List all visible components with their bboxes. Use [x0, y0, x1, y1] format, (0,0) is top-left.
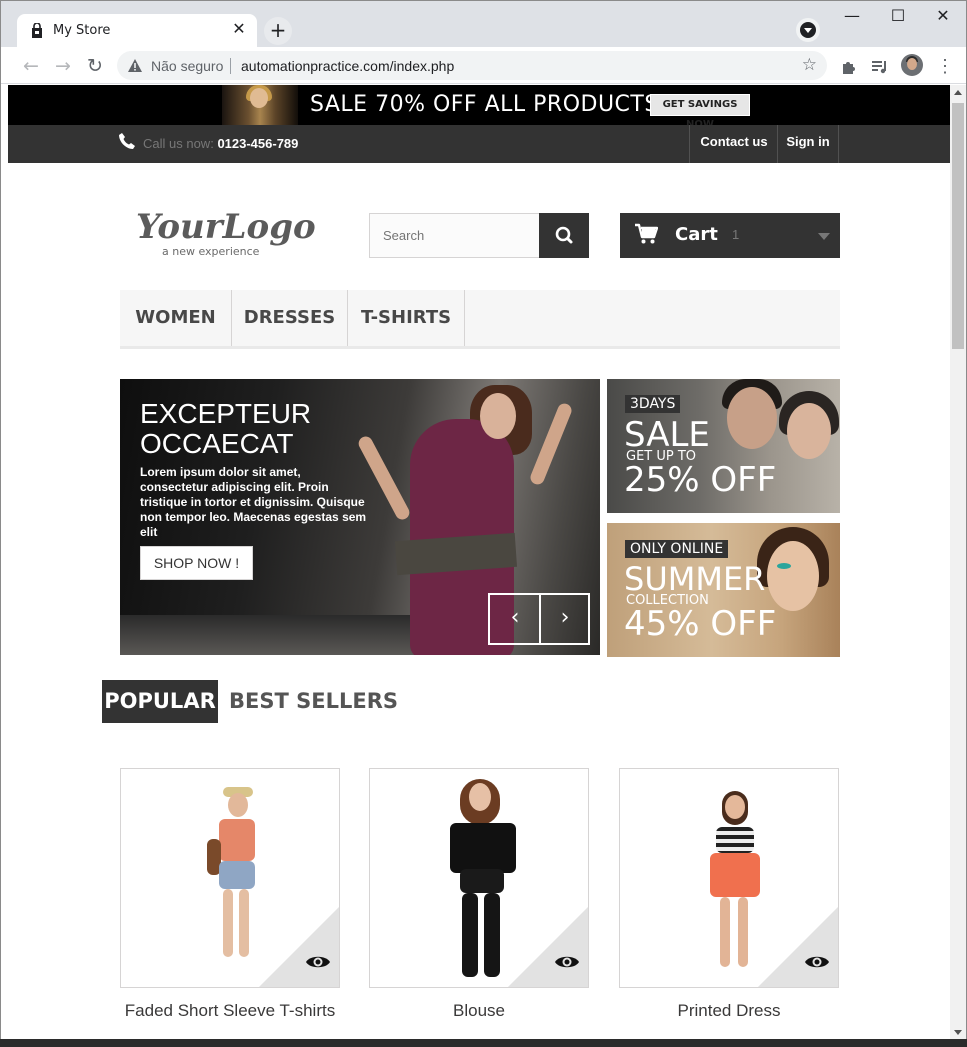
cart-quantity: 1 — [732, 227, 740, 242]
contact-us-link[interactable]: Contact us — [689, 125, 778, 163]
maximize-button[interactable]: ☐ — [875, 5, 921, 29]
promo-text: SALE 70% OFF ALL PRODUCTS — [310, 92, 659, 117]
banner-headline: SUMMER — [624, 560, 766, 598]
cart-dropdown-icon[interactable] — [818, 233, 830, 240]
sale-banner[interactable]: 3DAYS SALE GET UP TO 25% OFF — [607, 379, 840, 513]
page-viewport: SALE 70% OFF ALL PRODUCTS GET SAVINGS NO… — [8, 85, 950, 1040]
shop-now-button[interactable]: SHOP NOW ! — [140, 546, 253, 580]
extensions-icon[interactable] — [838, 55, 860, 77]
tab-best-sellers[interactable]: BEST SELLERS — [229, 680, 398, 723]
cart-label: Cart — [675, 224, 718, 245]
main-menu: WOMEN DRESSES T-SHIRTS — [120, 290, 840, 349]
tab-search-icon — [800, 22, 816, 38]
address-bar[interactable]: Não seguro automationpractice.com/index.… — [117, 51, 827, 80]
get-savings-button[interactable]: GET SAVINGS NOW — [650, 94, 750, 130]
media-icon[interactable] — [869, 55, 891, 77]
logo-main-text: YourLogo — [136, 207, 316, 247]
your-logo[interactable]: YourLogo a new experience — [136, 205, 316, 261]
minimize-button[interactable]: — — [829, 5, 875, 29]
search-button[interactable] — [539, 213, 589, 258]
cart-button[interactable]: Cart 1 — [620, 213, 840, 258]
banner-headline: SALE — [624, 415, 710, 455]
security-label[interactable]: Não seguro — [151, 58, 223, 74]
quick-view-eye-icon[interactable] — [804, 953, 830, 971]
url-text[interactable]: automationpractice.com/index.php — [241, 58, 454, 74]
scroll-up-icon[interactable] — [954, 90, 962, 95]
star-icon[interactable]: ☆ — [802, 55, 817, 75]
scroll-down-icon[interactable] — [954, 1030, 962, 1035]
browser-window: My Store ✕ + — ☐ ✕ ← → ↻ Não seguro auto… — [0, 0, 967, 1047]
search-icon — [555, 226, 573, 244]
quick-view-eye-icon[interactable] — [305, 953, 331, 971]
banner-couple-image — [727, 387, 777, 449]
call-us-text: Call us now: 0123-456-789 — [143, 136, 298, 151]
menu-tshirts[interactable]: T-SHIRTS — [348, 290, 465, 346]
banner-model-image — [767, 541, 819, 611]
product-name[interactable]: Blouse — [369, 1000, 589, 1022]
product-image[interactable] — [619, 768, 839, 988]
phone-number: 0123-456-789 — [217, 136, 299, 151]
profile-avatar[interactable] — [901, 54, 923, 76]
banner-discount: 45% OFF — [624, 604, 777, 644]
menu-women[interactable]: WOMEN — [120, 290, 232, 346]
homepage-slider[interactable]: EXCEPTEUR OCCAECAT Lorem ipsum dolor sit… — [120, 379, 600, 655]
phone-icon — [119, 133, 135, 149]
back-arrow-icon[interactable]: ← — [18, 53, 44, 79]
quick-view-eye-icon[interactable] — [554, 953, 580, 971]
sign-in-link[interactable]: Sign in — [777, 125, 839, 163]
browser-toolbar: ← → ↻ Não seguro automationpractice.com/… — [1, 47, 966, 84]
header-navbar: Call us now: 0123-456-789 Contact us Sig… — [8, 125, 950, 163]
tab-title: My Store — [53, 23, 111, 38]
product-image[interactable] — [120, 768, 340, 988]
reload-icon[interactable]: ↻ — [82, 53, 108, 79]
new-tab-button[interactable]: + — [264, 17, 292, 45]
slider-controls: ‹ › — [488, 593, 590, 645]
tab-popular[interactable]: POPULAR — [102, 680, 218, 723]
product-name[interactable]: Printed Dress — [619, 1000, 839, 1022]
scrollbar-thumb[interactable] — [952, 103, 964, 349]
taskbar-strip — [0, 1039, 967, 1047]
slide-title: EXCEPTEUR OCCAECAT — [140, 398, 312, 459]
menu-dresses[interactable]: DRESSES — [232, 290, 348, 346]
banner-tag: 3DAYS — [625, 395, 681, 413]
tab-search-button[interactable] — [796, 18, 820, 42]
forward-arrow-icon[interactable]: → — [50, 53, 76, 79]
store-favicon-icon — [32, 23, 42, 38]
promo-model-image — [222, 85, 298, 125]
warning-icon[interactable] — [127, 58, 143, 73]
slider-prev-icon[interactable]: ‹ — [490, 595, 540, 643]
slider-next-icon[interactable]: › — [540, 595, 590, 643]
tab-strip: My Store ✕ + — ☐ ✕ — [1, 1, 966, 48]
product-name[interactable]: Faded Short Sleeve T-shirts — [120, 1000, 340, 1022]
promo-banner[interactable]: SALE 70% OFF ALL PRODUCTS GET SAVINGS NO… — [8, 85, 950, 130]
tab-my-store[interactable]: My Store ✕ — [17, 14, 257, 48]
banner-discount: 25% OFF — [624, 460, 777, 500]
cart-icon — [635, 223, 658, 244]
search-input[interactable] — [369, 213, 539, 258]
call-prefix: Call us now: — [143, 136, 214, 151]
tab-close-icon[interactable]: ✕ — [229, 20, 249, 40]
menu-dots-icon[interactable]: ⋮ — [934, 55, 956, 77]
omnibox-separator — [230, 58, 231, 74]
page-scrollbar[interactable] — [950, 85, 966, 1040]
logo-tagline: a new experience — [162, 245, 260, 258]
close-window-button[interactable]: ✕ — [920, 5, 966, 29]
slide-description: Lorem ipsum dolor sit amet, consectetur … — [140, 465, 367, 539]
banner-tag: ONLY ONLINE — [625, 540, 729, 558]
product-image[interactable] — [369, 768, 589, 988]
summer-banner[interactable]: ONLY ONLINE SUMMER COLLECTION 45% OFF — [607, 523, 840, 657]
